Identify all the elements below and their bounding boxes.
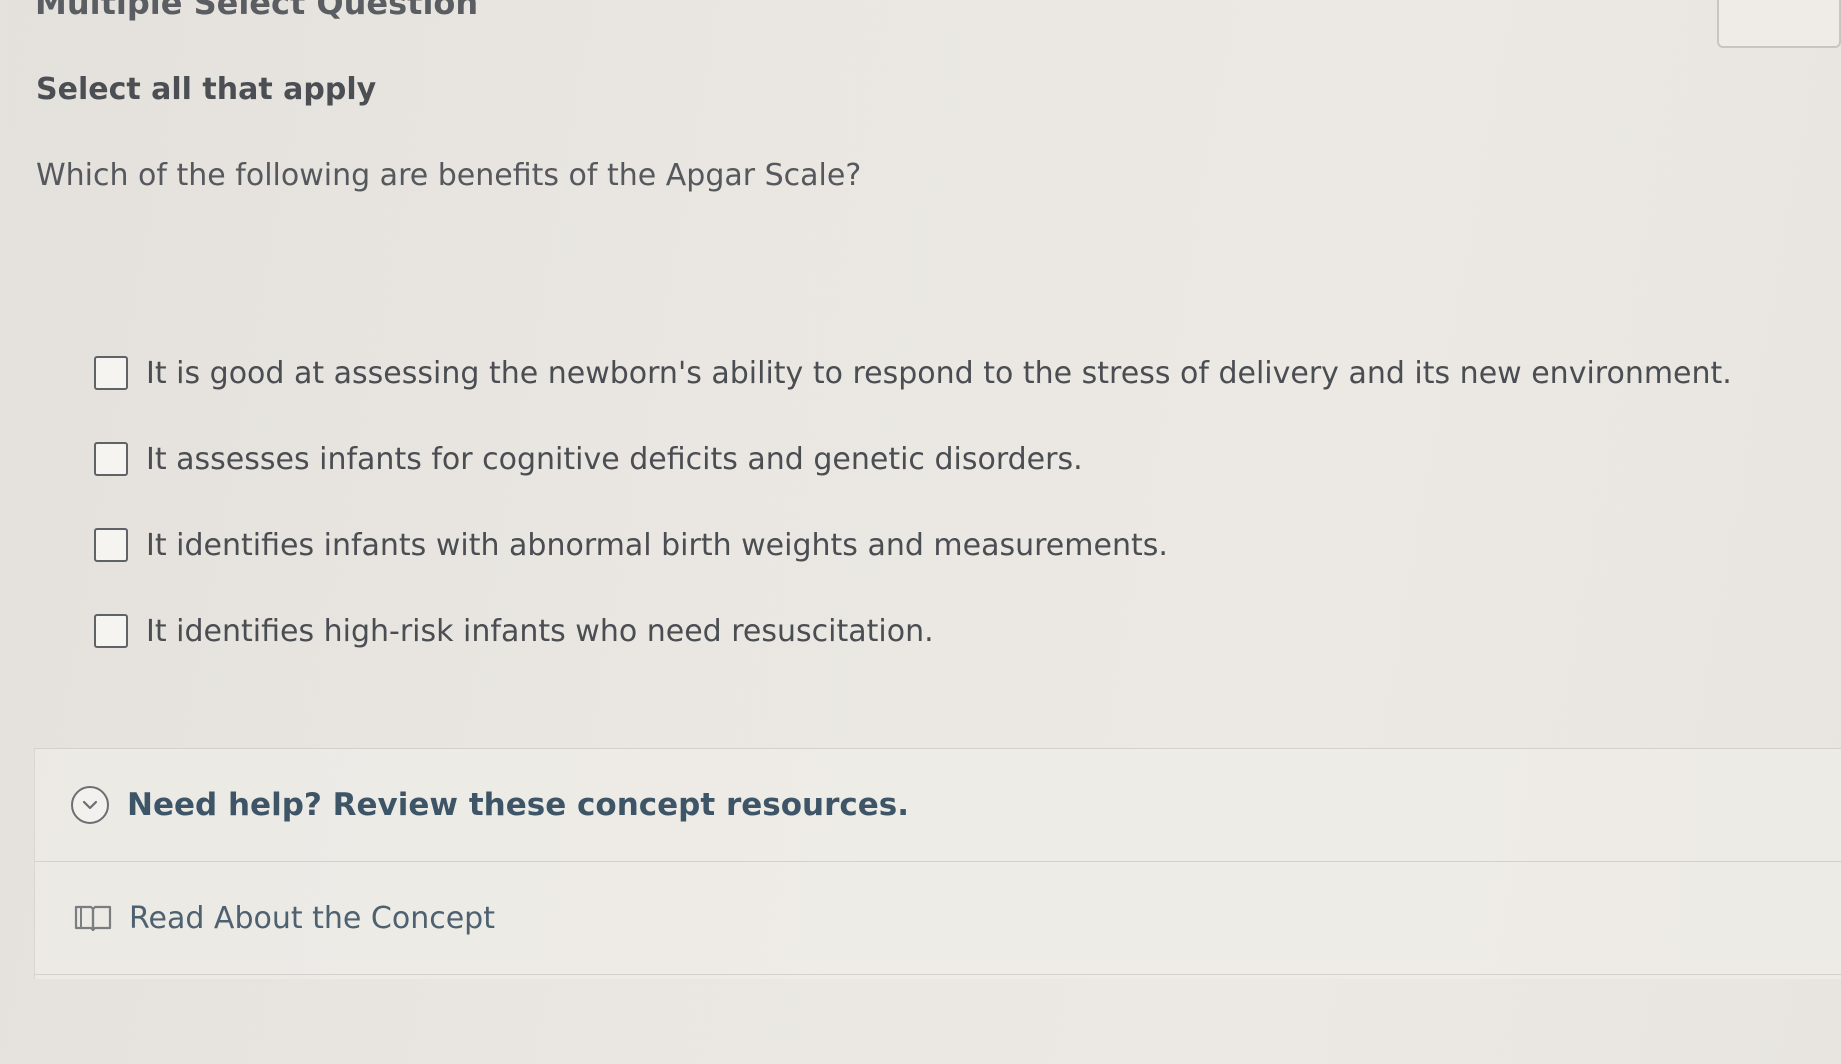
help-toggle[interactable]: Need help? Review these concept resource…: [35, 749, 1841, 862]
read-about-concept-link[interactable]: Read About the Concept: [35, 862, 1841, 975]
help-panel: Need help? Review these concept resource…: [34, 748, 1841, 979]
checkbox-4[interactable]: [94, 614, 128, 648]
answer-options: It is good at assessing the newborn's ab…: [94, 330, 1732, 674]
answer-option-label: It assesses infants for cognitive defici…: [146, 441, 1083, 477]
question-type-title: Multiple Select Question: [35, 0, 479, 22]
checkbox-3[interactable]: [94, 528, 128, 562]
checkbox-1[interactable]: [94, 356, 128, 390]
instruction-text: Select all that apply: [36, 72, 377, 107]
answer-option-1[interactable]: It is good at assessing the newborn's ab…: [94, 330, 1732, 416]
answer-option-label: It is good at assessing the newborn's ab…: [146, 355, 1732, 391]
book-icon: [73, 903, 113, 933]
answer-option-3[interactable]: It identifies infants with abnormal birt…: [94, 502, 1732, 588]
answer-option-2[interactable]: It assesses infants for cognitive defici…: [94, 416, 1732, 502]
top-right-button[interactable]: [1717, 0, 1841, 48]
answer-option-label: It identifies infants with abnormal birt…: [146, 527, 1168, 563]
answer-option-label: It identifies high-risk infants who need…: [146, 613, 934, 649]
checkbox-2[interactable]: [94, 442, 128, 476]
question-prompt: Which of the following are benefits of t…: [36, 158, 862, 193]
answer-option-4[interactable]: It identifies high-risk infants who need…: [94, 588, 1732, 674]
help-title: Need help? Review these concept resource…: [127, 787, 910, 823]
chevron-down-icon[interactable]: [71, 786, 109, 824]
resource-label: Read About the Concept: [129, 900, 495, 936]
